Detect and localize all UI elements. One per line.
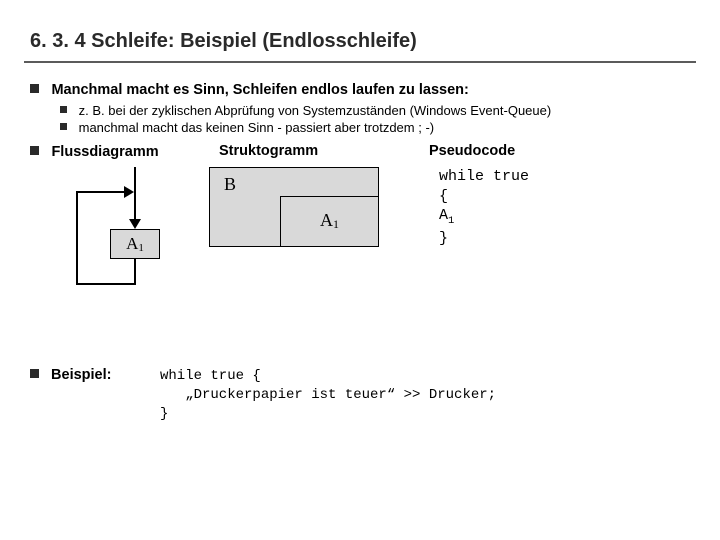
strukt-heading: Struktogramm (199, 143, 399, 159)
pseudo-line-2: { (439, 187, 696, 207)
arrow-right-icon (124, 186, 134, 198)
square-bullet-icon (60, 106, 67, 113)
arrow-down-icon (129, 219, 141, 229)
strukt-A-label: A (320, 210, 333, 230)
box-label-A-sub: 1 (138, 242, 144, 254)
strukt-condition-cell: B (210, 168, 280, 246)
sub-bullet-text-1: z. B. bei der zyklischen Abprüfung von S… (79, 103, 552, 118)
example-row: Beispiel: while true { „Druckerpapier is… (24, 367, 696, 424)
flow-line (76, 283, 136, 285)
pseudo-line-3: A1 (439, 206, 696, 229)
flow-heading: Flussdiagramm (51, 144, 158, 160)
pseudo-heading: Pseudocode (399, 143, 696, 159)
bullet-text-1: Manchmal macht es Sinn, Schleifen endlos… (51, 82, 468, 98)
flow-line (76, 191, 78, 285)
slide-title: 6. 3. 4 Schleife: Beispiel (Endlosschlei… (24, 18, 696, 59)
sub-bullet-list: z. B. bei der zyklischen Abprüfung von S… (30, 103, 696, 135)
pseudo-A-sub: 1 (448, 215, 454, 227)
pseudocode-block: while true { A1 } (399, 167, 696, 248)
strukt-B-label: B (224, 174, 236, 194)
slide: 6. 3. 4 Schleife: Beispiel (Endlosschlei… (0, 0, 720, 448)
bullet-item-1: Manchmal macht es Sinn, Schleifen endlos… (30, 81, 696, 135)
strukt-body-cell: A1 (280, 196, 378, 246)
pseudo-A: A (439, 207, 448, 224)
square-bullet-icon (30, 84, 39, 93)
flow-line (76, 191, 128, 193)
sub-bullet-1: z. B. bei der zyklischen Abprüfung von S… (60, 103, 696, 118)
flow-action-box: A1 (110, 229, 160, 259)
example-label-text: Beispiel: (51, 367, 111, 383)
diagram-row: A1 B A1 while true { A1 (24, 167, 696, 297)
bullet-list: Manchmal macht es Sinn, Schleifen endlos… (24, 81, 696, 135)
pseudo-line-4: } (439, 229, 696, 249)
flow-line (134, 167, 136, 227)
three-column-headers: Flussdiagramm Struktogramm Pseudocode (24, 143, 696, 161)
square-bullet-icon (30, 369, 39, 378)
example-code: while true { „Druckerpapier ist teuer“ >… (160, 367, 496, 424)
flow-line (134, 259, 136, 285)
square-bullet-icon (60, 123, 67, 130)
square-bullet-icon (30, 146, 39, 155)
pseudo-line-1: while true (439, 167, 696, 187)
sub-bullet-2: manchmal macht das keinen Sinn - passier… (60, 120, 696, 135)
box-label-A: A (126, 234, 138, 253)
struktogramm: B A1 (199, 167, 399, 247)
sub-bullet-text-2: manchmal macht das keinen Sinn - passier… (79, 120, 434, 135)
title-rule (24, 61, 696, 63)
flowchart: A1 (24, 167, 199, 297)
col-flow-head: Flussdiagramm (24, 143, 199, 161)
strukt-A-sub: 1 (333, 217, 339, 231)
example-bullet: Beispiel: (30, 367, 160, 383)
